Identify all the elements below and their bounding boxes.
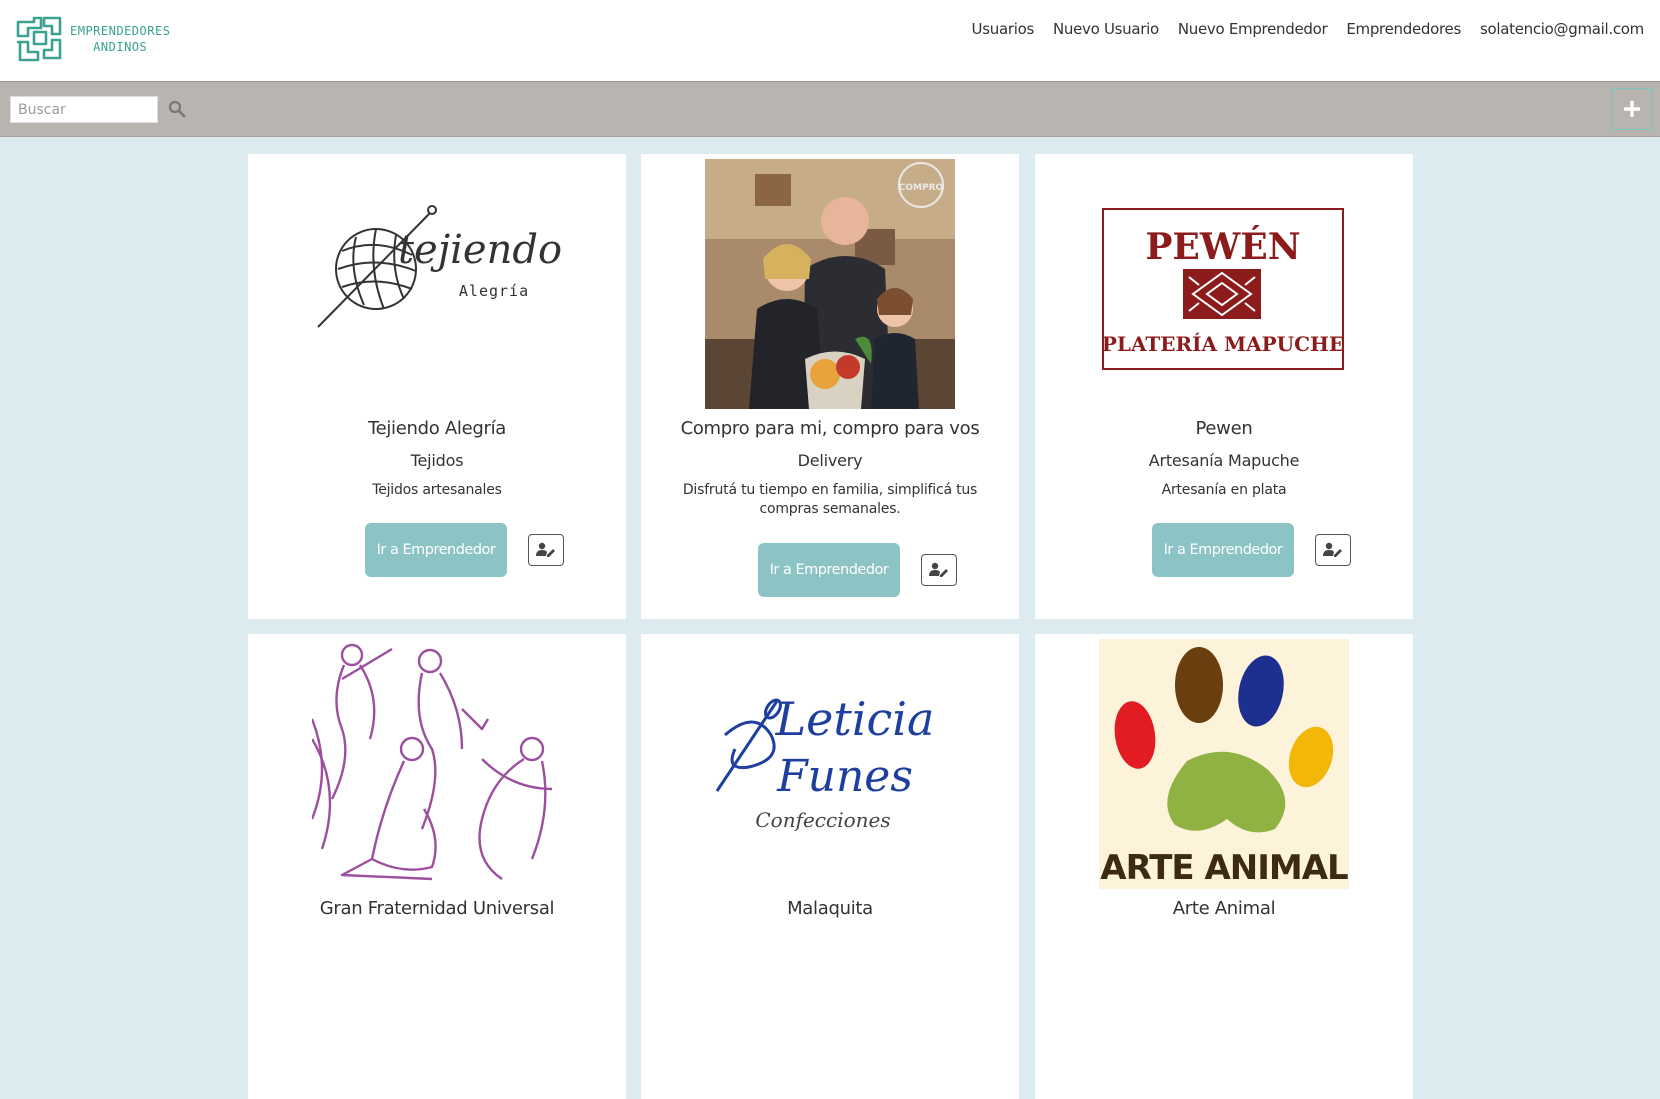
nav-user-email[interactable]: solatencio@gmail.com: [1480, 20, 1644, 38]
brand-name: EMPRENDEDORES ANDINOS: [70, 23, 170, 55]
edit-emprendedor-button[interactable]: [1315, 534, 1351, 566]
go-to-emprendedor-button[interactable]: Ir a Emprendedor: [758, 543, 900, 597]
card-title: Malaquita: [787, 898, 873, 919]
pewen-logo-subtitle: PLATERÍA MAPUCHE: [1102, 332, 1344, 356]
search-icon[interactable]: [168, 100, 186, 118]
arte-animal-logo: ARTE ANIMAL: [1099, 639, 1349, 889]
logo-text-funes: Funes: [776, 751, 913, 802]
emprendedor-card: tejiendo Alegría Tejiendo Alegría Tejido…: [248, 154, 626, 619]
nav-nuevo-emprendedor[interactable]: Nuevo Emprendedor: [1178, 20, 1328, 38]
nav-nuevo-usuario[interactable]: Nuevo Usuario: [1053, 20, 1159, 38]
pewen-logo-title: PEWÉN: [1145, 226, 1300, 268]
logo-text-confecciones: Confecciones: [755, 808, 890, 832]
plus-icon: [1624, 101, 1640, 117]
user-edit-icon: [536, 542, 555, 557]
user-edit-icon: [929, 562, 948, 577]
add-emprendedor-button[interactable]: [1612, 88, 1652, 130]
emprendedor-card: Leticia Funes Confecciones Malaquita: [641, 634, 1019, 1099]
user-edit-icon: [1323, 542, 1342, 557]
card-title: Gran Fraternidad Universal: [319, 898, 555, 919]
card-category: Delivery: [797, 451, 863, 470]
hands-logo-icon: [16, 16, 62, 62]
leticia-funes-logo: Leticia Funes Confecciones: [715, 692, 935, 832]
emprendedor-card: PEWÉN PLATERÍA MAPUCHE Pewen Artesanía M…: [1035, 154, 1413, 619]
emprendedor-card: ARTE ANIMAL Arte Animal: [1035, 634, 1413, 1099]
card-description: Artesanía en plata: [1161, 482, 1287, 498]
tejiendo-alegria-logo: tejiendo Alegría: [317, 205, 562, 328]
yoga-figures-logo: [312, 643, 553, 881]
brand-logo[interactable]: EMPRENDEDORES ANDINOS: [14, 14, 170, 64]
card-title: Tejiendo Alegría: [367, 418, 507, 439]
nav-links: Usuarios Nuevo Usuario Nuevo Emprendedor…: [972, 20, 1645, 38]
stamp-text: COMPRO: [899, 183, 944, 193]
nav-emprendedores[interactable]: Emprendedores: [1346, 20, 1461, 38]
go-to-emprendedor-button[interactable]: Ir a Emprendedor: [1152, 523, 1294, 577]
logo-text-leticia: Leticia: [775, 692, 935, 746]
card-title: Compro para mi, compro para vos: [680, 418, 980, 439]
search-input[interactable]: [10, 96, 158, 123]
logo-text-alegria: Alegría: [459, 282, 529, 300]
pewen-logo: PEWÉN PLATERÍA MAPUCHE: [1102, 208, 1344, 370]
card-category: Artesanía Mapuche: [1148, 451, 1300, 470]
card-category: Tejidos: [410, 451, 464, 470]
go-to-emprendedor-button[interactable]: Ir a Emprendedor: [365, 523, 507, 577]
search-toolbar: [0, 82, 1660, 137]
emprendedor-card: Gran Fraternidad Universal: [248, 634, 626, 1099]
card-title: Arte Animal: [1172, 898, 1276, 919]
brand-line2: ANDINOS: [93, 40, 148, 54]
edit-emprendedor-button[interactable]: [921, 554, 957, 586]
card-title: Pewen: [1195, 418, 1253, 439]
brand-line1: EMPRENDEDORES: [70, 24, 171, 38]
edit-emprendedor-button[interactable]: [528, 534, 564, 566]
family-photo: COMPRO: [705, 159, 955, 409]
logo-text-tejiendo: tejiendo: [398, 227, 562, 273]
top-navbar: EMPRENDEDORES ANDINOS Usuarios Nuevo Usu…: [0, 0, 1660, 82]
emprendedor-card: COMPRO Compro para mi, compro para vos D…: [641, 154, 1019, 619]
card-description: Tejidos artesanales: [372, 482, 502, 498]
arte-animal-logo-text: ARTE ANIMAL: [1100, 848, 1348, 888]
card-description: Disfrutá tu tiempo en familia, simplific…: [682, 482, 978, 517]
nav-usuarios[interactable]: Usuarios: [972, 20, 1035, 38]
